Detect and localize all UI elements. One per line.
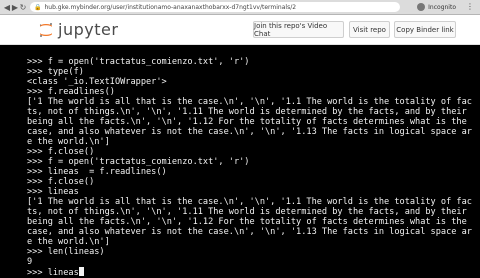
profile-name: Incognito [428,3,456,11]
terminal-window[interactable]: >>> f = open('tractatus_comienzo.txt', '… [0,45,480,278]
terminal-line: ts, not of things.\n', '\n', '1.11 The w… [27,207,467,217]
terminal-line: >>> type(f) [27,67,84,77]
terminal-prompt-line[interactable]: >>> lineas [27,267,84,278]
terminal-line: >>> f.readlines() [27,87,115,97]
browser-menu-icon[interactable]: ⋮ [466,2,474,11]
terminal-line: case, and also whatever is not the case.… [27,227,472,237]
address-bar[interactable]: 🔒 hub.gke.mybinder.org/user/institutiona… [30,2,400,12]
terminal-line: <class '_io.TextIOWrapper'> [27,77,167,87]
terminal-line: >>> f = open('tractatus_comienzo.txt', '… [27,157,250,167]
terminal-line: being all the facts.\n', '\n', '1.12 For… [27,217,467,227]
terminal-line: >>> lineas [27,187,79,197]
back-icon[interactable]: ◀ [3,3,11,12]
terminal-line: ts, not of things.\n', '\n', '1.11 The w… [27,107,467,117]
terminal-line: >>> f.close() [27,147,95,157]
url-text: hub.gke.mybinder.org/user/institutionamo… [44,3,297,11]
jupyter-logo[interactable]: jupyter [38,20,118,39]
video-chat-button[interactable]: Join this repo's Video Chat [253,21,344,38]
terminal-line: e the world.\n'] [27,137,110,147]
terminal-line: ['1 The world is all that is the case.\n… [27,97,472,107]
lock-icon: 🔒 [34,3,42,11]
terminal-line: >>> f = open('tractatus_comienzo.txt', '… [27,57,250,67]
copy-binder-link-button[interactable]: Copy Binder link [394,21,456,38]
terminal-line: ['1 The world is all that is the case.\n… [27,197,472,207]
incognito-profile[interactable]: Incognito [417,3,456,11]
terminal-line: >>> f.close() [27,177,95,187]
terminal-line: case, and also whatever is not the case.… [27,127,472,137]
terminal-line: >>> len(lineas) [27,247,105,257]
jupyter-logo-icon [39,22,52,37]
logo-text: jupyter [58,20,119,39]
reload-icon[interactable]: ↻ [19,3,27,12]
incognito-icon [417,3,426,11]
terminal-line: 9 [27,257,33,267]
terminal-line: >>> lineas = f.readlines() [27,167,167,177]
terminal-line: being all the facts.\n', '\n', '1.12 For… [27,117,467,127]
visit-repo-button[interactable]: Visit repo [349,21,390,38]
terminal-cursor [78,267,84,276]
jupyter-header: jupyter Join this repo's Video Chat Visi… [0,15,480,45]
browser-toolbar: ◀ ▶ ↻ 🔒 hub.gke.mybinder.org/user/instit… [0,0,480,15]
forward-icon[interactable]: ▶ [11,3,19,12]
terminal-line: e the world.\n'] [27,237,110,247]
